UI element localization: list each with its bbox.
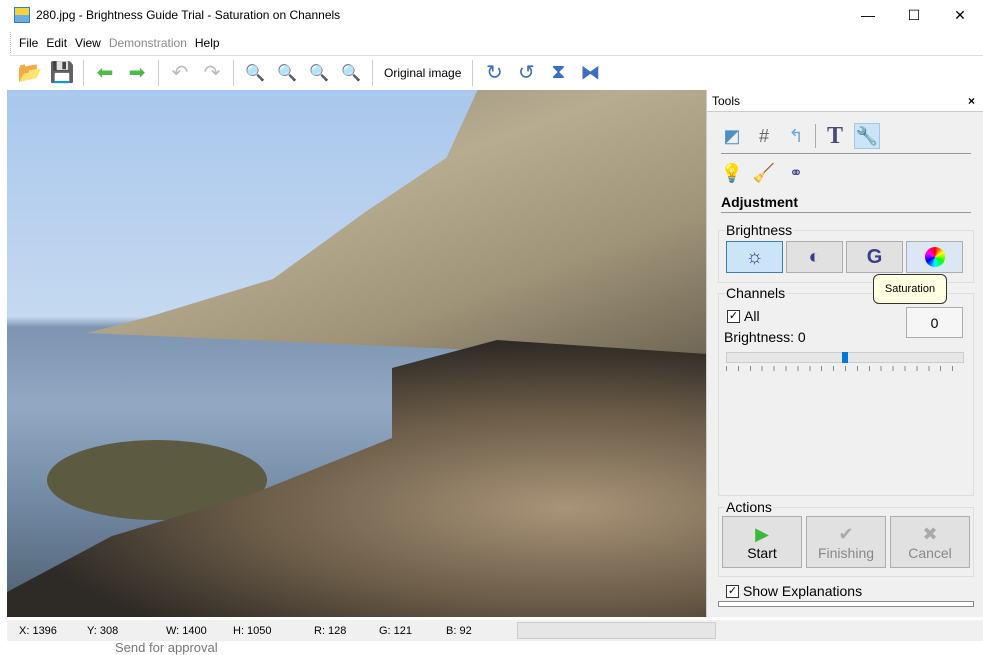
section-title: Adjustment [721, 194, 798, 210]
channels-group-label: Channels [725, 285, 787, 301]
rotate-counterclockwise-icon[interactable]: ↺ [512, 59, 540, 87]
tools-panel: Tools × ◩ # ↰ T 🔧 💡 🧹 ⚭ Adjustment Brigh… [706, 90, 983, 617]
forward-arrow-icon[interactable]: ➡ [123, 59, 151, 87]
broom-icon[interactable]: 🧹 [751, 160, 777, 186]
effects-icon[interactable]: ⚭ [783, 160, 809, 186]
brightness-value-label: Brightness: 0 [724, 329, 806, 345]
zoom-in-icon[interactable]: 🔍 [241, 59, 269, 87]
wrench-icon[interactable]: 🔧 [854, 123, 880, 149]
background-text: Send for approval [115, 640, 218, 655]
undo-tool-icon[interactable]: ↰ [783, 123, 809, 149]
menu-edit[interactable]: Edit [46, 36, 67, 50]
brightness-group-label: Brightness [725, 222, 794, 238]
original-image-button[interactable]: Original image [380, 66, 465, 80]
rotate-clockwise-icon[interactable]: ↻ [480, 59, 508, 87]
panel-scrollbar[interactable] [718, 601, 974, 607]
status-width: W: 1400 [166, 624, 207, 637]
slider-ticks [726, 366, 964, 371]
sun-icon: ☼ [745, 245, 764, 268]
app-icon [14, 7, 30, 23]
image-canvas[interactable] [7, 90, 706, 617]
status-height: H: 1050 [233, 624, 272, 637]
status-y: Y: 308 [87, 624, 119, 637]
actions-group-label: Actions [725, 499, 773, 515]
tools-close-button[interactable]: × [968, 94, 975, 108]
contrast-icon: ◐ [808, 245, 821, 268]
separator [472, 59, 474, 86]
divider [721, 153, 971, 154]
cancel-label: Cancel [908, 544, 952, 561]
saturation-button[interactable] [906, 241, 963, 273]
color-wheel-icon [924, 247, 945, 267]
zoom-fit-icon[interactable]: 🔍 [305, 59, 333, 87]
all-label: All [744, 308, 760, 324]
finishing-label: Finishing [817, 544, 875, 561]
zoom-actual-icon[interactable]: 🔍 [337, 59, 365, 87]
zoom-out-icon[interactable]: 🔍 [273, 59, 301, 87]
divider [721, 212, 971, 213]
window-title: 280.jpg - Brightness Guide Trial - Satur… [36, 8, 341, 22]
flip-vertical-icon[interactable]: ⧗ [544, 59, 572, 87]
status-x: X: 1396 [19, 624, 57, 637]
menu-help[interactable]: Help [195, 36, 220, 50]
menu-file[interactable]: File [19, 36, 38, 50]
checkmark-icon: ✔ [838, 523, 854, 544]
tools-title: Tools [712, 93, 741, 108]
maximize-button[interactable]: ☐ [891, 0, 937, 30]
status-g: G: 121 [379, 624, 413, 637]
contrast-button[interactable]: ◐ [786, 241, 843, 273]
minimize-button[interactable]: — [845, 0, 891, 30]
finishing-button[interactable]: ✔ Finishing [806, 516, 886, 568]
gamma-button[interactable]: G [846, 241, 903, 273]
text-icon[interactable]: T [822, 123, 848, 149]
menu-demonstration: Demonstration [108, 35, 187, 50]
tools-header: Tools × [707, 90, 983, 112]
show-explanations-checkbox[interactable]: ✓ [726, 584, 739, 598]
title-bar: 280.jpg - Brightness Guide Trial - Satur… [0, 0, 983, 30]
separator [233, 59, 234, 86]
start-label: Start [747, 544, 777, 561]
play-icon: ▶ [755, 523, 769, 544]
all-checkbox[interactable]: ✓ [727, 309, 740, 323]
brightness-value-field[interactable]: 0 [906, 307, 963, 338]
photo-cliff [87, 90, 706, 360]
separator [158, 59, 159, 86]
back-arrow-icon[interactable]: ⬅ [91, 59, 119, 87]
crop-icon[interactable]: # [751, 123, 777, 149]
cancel-x-icon: ✖ [922, 523, 938, 544]
lightbulb-icon[interactable]: 💡 [719, 160, 745, 186]
close-button[interactable]: ✕ [937, 0, 983, 30]
separator [83, 59, 84, 86]
status-r: R: 128 [314, 624, 347, 637]
start-button[interactable]: ▶ Start [722, 516, 802, 568]
status-bar: X: 1396 Y: 308 W: 1400 H: 1050 R: 128 G:… [7, 620, 983, 641]
open-icon[interactable]: 📂 [16, 59, 44, 87]
cancel-button[interactable]: ✖ Cancel [890, 516, 970, 568]
gamma-icon: G [866, 245, 883, 268]
resize-icon[interactable]: ◩ [719, 123, 745, 149]
menu-bar: File Edit View Demonstration Help [10, 32, 228, 53]
toolbar: 📂 💾 ⬅ ➡ ↶ ↷ 🔍 🔍 🔍 🔍 Original image ↻ ↺ ⧗… [10, 55, 983, 89]
status-b: B: 92 [446, 624, 472, 637]
slider-thumb[interactable] [842, 352, 848, 363]
save-icon[interactable]: 💾 [48, 59, 76, 87]
undo-icon[interactable]: ↶ [166, 59, 194, 87]
flip-horizontal-icon[interactable]: ⧓ [576, 59, 604, 87]
brightness-button[interactable]: ☼ [726, 241, 783, 273]
separator [372, 59, 373, 86]
progress-bar [517, 622, 716, 639]
menu-view[interactable]: View [75, 36, 101, 50]
redo-icon[interactable]: ↷ [198, 59, 226, 87]
show-explanations-label: Show Explanations [743, 583, 863, 599]
saturation-tooltip: Saturation [873, 274, 947, 304]
